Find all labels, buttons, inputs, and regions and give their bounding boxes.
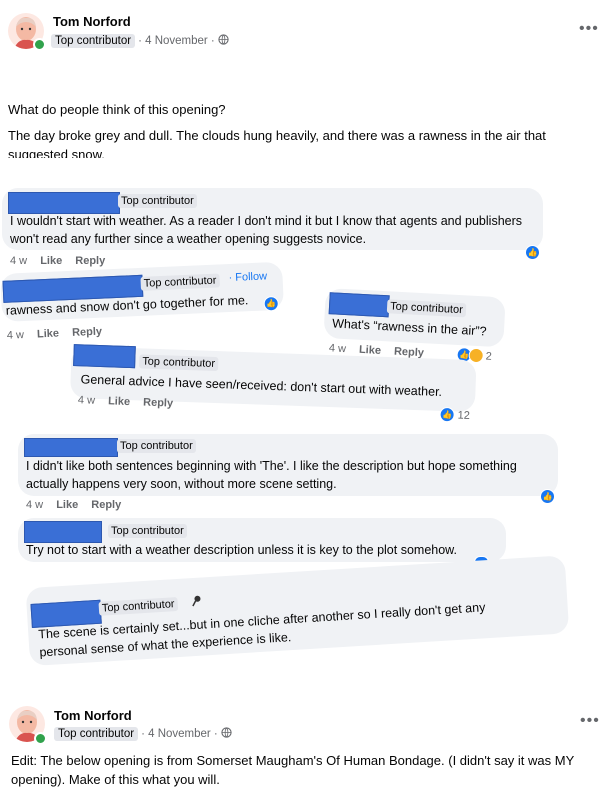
like-button[interactable]: Like [56,499,78,511]
redacted-commenter-name [328,292,390,318]
online-status-dot [34,732,47,745]
like-reaction-icon[interactable]: 👍 [263,295,280,312]
comment-actions: 4 w Like Reply [26,499,121,511]
reaction-count: 12 [457,409,471,422]
top-contributor-badge[interactable]: Top contributor [51,34,136,48]
post-author-name[interactable]: Tom Norford [54,708,132,723]
like-reaction-icon[interactable]: 👍 [525,245,540,260]
online-status-dot [33,38,46,51]
redacted-commenter-name [73,344,136,369]
top-contributor-badge[interactable]: Top contributor [117,439,196,453]
reply-button[interactable]: Reply [143,397,173,410]
comment-actions: 4 w Like Reply [78,394,174,409]
post-meta: Top contributor · 4 November · [54,725,232,743]
comment-actions: 4 w Like Reply [7,326,103,342]
post-question: What do people think of this opening? [8,102,226,117]
post-meta: Top contributor · 4 November · [51,32,229,50]
more-options-icon[interactable]: ••• [579,20,599,38]
comment-text: Try not to start with a weather descript… [26,543,457,557]
comment-time[interactable]: 4 w [26,499,43,511]
comment-group: Top contributor General advice I have se… [69,340,482,444]
globe-icon [221,725,232,743]
like-reaction-icon[interactable]: 👍 [540,489,555,504]
reaction-count: 2 [485,349,493,363]
like-reaction-icon: 👍 [439,406,455,423]
post-author-name[interactable]: Tom Norford [53,14,131,29]
comment-group: Top contributor The scene is certainly s… [25,555,574,676]
pin-icon [190,593,203,612]
like-button[interactable]: Like [40,255,62,267]
redacted-commenter-name [24,521,102,543]
reaction-summary[interactable]: 👍 12 [439,406,471,423]
follow-link[interactable]: · Follow [228,270,267,284]
top-contributor-badge[interactable]: Top contributor [139,354,219,372]
reply-button[interactable]: Reply [91,499,121,511]
top-contributor-badge[interactable]: Top contributor [108,524,187,538]
post-text: Edit: The below opening is from Somerset… [11,753,575,787]
post-date[interactable]: · 4 November · [141,728,218,740]
globe-icon [218,32,229,50]
like-button[interactable]: Like [37,327,60,340]
top-contributor-badge[interactable]: Top contributor [54,727,139,741]
top-contributor-badge[interactable]: Top contributor [118,194,197,208]
more-options-icon[interactable]: ••• [580,712,600,730]
comment-group: Top contributor · Follow rawness and sno… [0,258,285,348]
post-excerpt: The day broke grey and dull. The clouds … [8,128,546,158]
redacted-commenter-name [24,438,118,457]
comment-text: I wouldn't start with weather. As a read… [10,214,523,246]
like-button[interactable]: Like [108,395,130,408]
comment-time[interactable]: 4 w [7,329,25,342]
redacted-commenter-name [8,192,120,214]
comment-time[interactable]: 4 w [10,255,27,267]
post-date[interactable]: · 4 November · [138,35,215,47]
comment-text: I didn't like both sentences beginning w… [26,459,517,491]
comment-time[interactable]: 4 w [78,394,96,407]
reply-button[interactable]: Reply [72,326,102,339]
